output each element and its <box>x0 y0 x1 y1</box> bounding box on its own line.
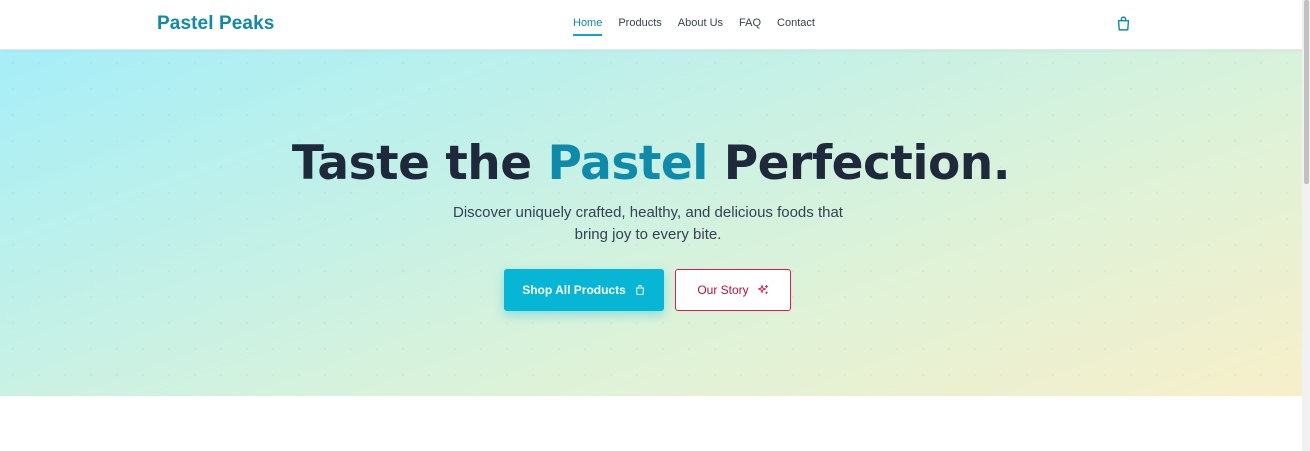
shopping-bag-icon <box>635 285 644 295</box>
hero-headline: Taste the Pastel Perfection. <box>0 136 1302 191</box>
headline-part-2: Perfection. <box>707 136 1011 191</box>
nav-faq[interactable]: FAQ <box>739 17 761 36</box>
headline-part-1: Taste the <box>291 136 548 191</box>
scrollbar-thumb[interactable] <box>1304 0 1309 184</box>
nav-contact[interactable]: Contact <box>777 17 815 36</box>
nav-about-us[interactable]: About Us <box>678 17 723 36</box>
shop-all-products-button[interactable]: Shop All Products <box>504 269 664 311</box>
nav-home[interactable]: Home <box>573 17 603 36</box>
shop-all-products-label: Shop All Products <box>522 283 626 297</box>
sparkles-icon <box>757 285 768 294</box>
our-story-button[interactable]: Our Story <box>675 269 791 311</box>
top-navbar: Pastel Peaks Home Products About Us FAQ … <box>0 0 1302 50</box>
shopping-bag-icon[interactable] <box>1115 15 1132 32</box>
hero-section: Taste the Pastel Perfection. Discover un… <box>0 50 1302 396</box>
main-nav: Home Products About Us FAQ Contact <box>573 17 831 36</box>
nav-products[interactable]: Products <box>618 17 661 36</box>
headline-accent: Pastel <box>547 136 709 191</box>
our-story-label: Our Story <box>697 283 749 297</box>
hero-subtext: Discover uniquely crafted, healthy, and … <box>453 204 843 243</box>
brand-logo[interactable]: Pastel Peaks <box>157 13 274 35</box>
